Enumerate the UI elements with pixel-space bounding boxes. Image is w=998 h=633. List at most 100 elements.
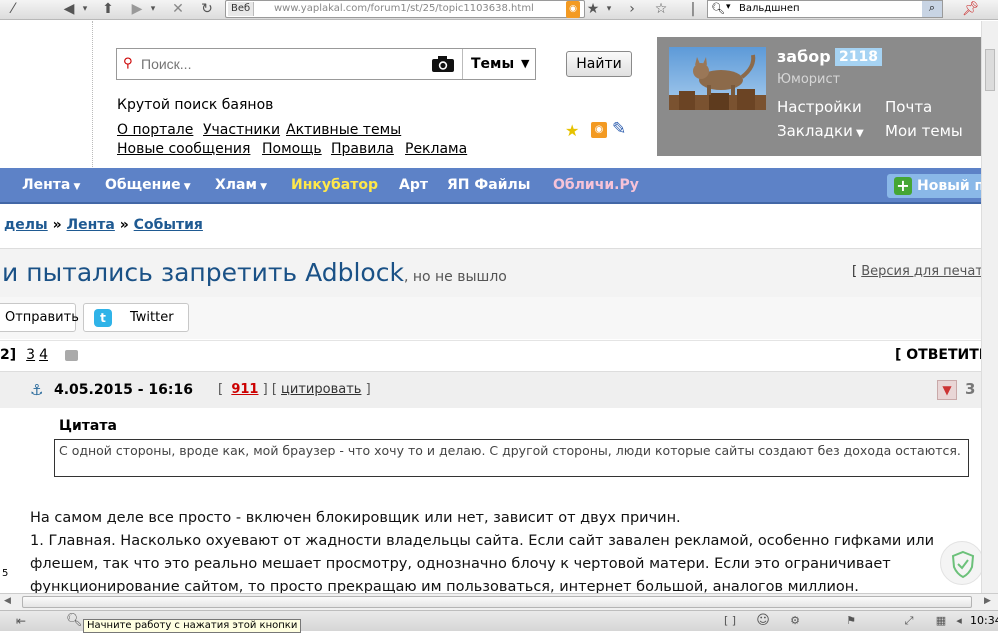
scroll-right-icon[interactable]: ▶ xyxy=(984,596,991,606)
print-version-link[interactable]: Версия для печати xyxy=(861,264,991,279)
bracket: ] [ xyxy=(262,382,277,397)
nav-feed[interactable]: Лента ▼ xyxy=(22,177,80,193)
bookmarks-link[interactable]: Закладки ▼ xyxy=(777,122,864,140)
rss-icon[interactable]: ◉ xyxy=(566,1,580,18)
print-bracket: [ xyxy=(852,264,858,279)
search-engine-icon[interactable]: 🔍︎ xyxy=(711,2,725,15)
link-rules[interactable]: Правила xyxy=(331,141,394,157)
pencil-icon[interactable]: ✎ xyxy=(612,119,626,139)
link-active-topics[interactable]: Активные темы xyxy=(286,122,401,138)
post-paragraph: флешем, так что это реально мешает просм… xyxy=(30,556,891,572)
search-input[interactable] xyxy=(141,56,421,72)
page-3[interactable]: 3 xyxy=(26,347,35,363)
print-version: [ Версия для печати xyxy=(852,264,991,279)
nav-oblichi[interactable]: Обличи.Ру xyxy=(553,177,639,193)
url-bar[interactable]: Веб www.yaplakal.com/forum1/st/25/topic1… xyxy=(225,0,585,18)
avatar[interactable] xyxy=(669,47,766,110)
reload-icon[interactable]: ↻ xyxy=(198,1,216,18)
horizontal-scrollbar[interactable]: ◀ ▶ xyxy=(0,593,998,610)
up-icon[interactable]: ⬆ xyxy=(100,1,116,18)
twitter-button[interactable]: t Twitter xyxy=(83,303,189,332)
panel-toggle-icon[interactable]: ⇤ xyxy=(14,614,28,628)
favorite-star-icon[interactable]: ★ xyxy=(565,121,579,140)
nav-art[interactable]: Арт xyxy=(399,177,428,193)
engine-dropdown-icon[interactable]: ▾ xyxy=(726,2,731,12)
mail-icon[interactable] xyxy=(65,350,78,361)
post-number[interactable]: 911 xyxy=(231,382,258,397)
breadcrumb-sections[interactable]: делы xyxy=(4,217,48,233)
star-dropdown-icon[interactable]: ▾ xyxy=(604,1,614,18)
camera-icon[interactable] xyxy=(431,55,455,73)
bookmark-star-icon[interactable]: ★ xyxy=(585,1,601,18)
link-help[interactable]: Помощь xyxy=(262,141,322,157)
quote-label: Цитата xyxy=(59,418,117,434)
addon-icon[interactable]: ⚙ xyxy=(788,614,802,628)
search-icon: ⚲ xyxy=(123,56,133,71)
topic-title-text: и пытались запретить Adblock xyxy=(2,258,404,287)
fullscreen-icon[interactable]: ⤢ xyxy=(902,614,916,628)
themes-select[interactable]: Темы ▼ xyxy=(462,49,536,79)
separator-icon: | xyxy=(690,1,696,17)
breadcrumb: делы » Лента » События xyxy=(4,217,203,233)
main-nav: Лента ▼ Общение ▼ Хлам ▼ Инкубатор Арт Я… xyxy=(0,168,998,204)
status-bar: ⇤ 🔍︎ Начните работу с нажатия этой кнопк… xyxy=(0,610,998,633)
link-ads[interactable]: Реклама xyxy=(405,141,467,157)
nav-junk[interactable]: Хлам ▼ xyxy=(215,177,267,193)
site-search-box: ⚲ Темы ▼ xyxy=(116,48,536,80)
anchor-icon[interactable]: ⚓ xyxy=(30,381,43,399)
web-badge: Веб xyxy=(228,2,255,16)
browser-search-text[interactable]: Вальдшнеп xyxy=(739,3,800,14)
bracket-icon[interactable]: [ ] xyxy=(723,614,737,628)
cite-link[interactable]: цитировать xyxy=(281,382,361,397)
favorites-star-icon[interactable]: ☆ xyxy=(651,1,671,18)
quote-box: С одной стороны, вроде как, мой браузер … xyxy=(54,439,969,477)
hscroll-thumb[interactable] xyxy=(22,596,972,608)
vscroll-thumb[interactable] xyxy=(985,49,995,91)
search-go-icon[interactable]: ⌕ xyxy=(922,1,942,17)
magnifier-icon[interactable]: 🔍︎ xyxy=(66,614,83,628)
shield-icon[interactable] xyxy=(940,541,984,585)
nav-communication[interactable]: Общение ▼ xyxy=(105,177,191,193)
nav-incubator[interactable]: Инкубатор xyxy=(291,177,378,193)
tools-icon[interactable]: ⚑ xyxy=(844,614,858,628)
smiley-icon[interactable]: ☺ xyxy=(756,614,770,628)
back-icon[interactable]: ◀ xyxy=(60,1,78,18)
nav-junk-label: Хлам xyxy=(215,177,257,193)
nav-feed-label: Лента xyxy=(22,177,71,193)
my-topics-link[interactable]: Мои темы xyxy=(885,122,963,140)
side-marker: 5 xyxy=(2,568,9,579)
stop-icon[interactable]: ✕ xyxy=(170,1,186,18)
user-count-badge: 2118 xyxy=(835,48,882,66)
page-4[interactable]: 4 xyxy=(39,347,48,363)
wand-icon[interactable]: ⁄ xyxy=(6,1,20,18)
breadcrumb-feed[interactable]: Лента xyxy=(67,217,115,233)
pin-icon[interactable]: 📌︎ xyxy=(962,1,980,18)
link-about-portal[interactable]: О портале xyxy=(117,122,193,138)
rss-feed-icon[interactable]: ◉ xyxy=(591,122,607,138)
scroll-left-icon[interactable]: ◀ xyxy=(4,596,11,606)
share-row: Отправить t Twitter xyxy=(0,297,998,339)
volume-icon[interactable]: ◂ xyxy=(952,614,966,628)
user-name[interactable]: забор xyxy=(777,47,831,66)
back-dropdown-icon[interactable]: ▾ xyxy=(80,1,90,18)
url-text[interactable]: www.yaplakal.com/forum1/st/25/topic11036… xyxy=(274,2,534,16)
send-button[interactable]: Отправить xyxy=(0,303,79,332)
network-icon[interactable]: ▦ xyxy=(934,614,948,628)
mail-link[interactable]: Почта xyxy=(885,98,932,116)
forward-icon[interactable]: ▶ xyxy=(128,1,146,18)
chevron-right-icon[interactable]: › xyxy=(625,1,639,18)
link-members[interactable]: Участники xyxy=(203,122,280,138)
breadcrumb-events[interactable]: События xyxy=(134,217,203,233)
link-new-messages[interactable]: Новые сообщения xyxy=(117,141,250,157)
post-paragraph: На самом деле все просто - включен блоки… xyxy=(30,510,681,526)
nav-yap-files[interactable]: ЯП Файлы xyxy=(447,177,530,193)
forward-dropdown-icon[interactable]: ▾ xyxy=(148,1,158,18)
find-button[interactable]: Найти xyxy=(566,51,632,77)
vertical-scrollbar[interactable] xyxy=(981,21,998,593)
browser-search-bar[interactable]: 🔍︎ ▾ Вальдшнеп ⌕ xyxy=(707,0,943,18)
reply-button[interactable]: [ ОТВЕТИТЬ xyxy=(895,347,989,363)
bracket: ] xyxy=(365,382,371,397)
settings-link[interactable]: Настройки xyxy=(777,98,862,116)
thumb-down-icon[interactable]: ▼ xyxy=(937,380,957,400)
post-number-bar: [ 911 ] [ цитировать ] xyxy=(218,382,371,397)
